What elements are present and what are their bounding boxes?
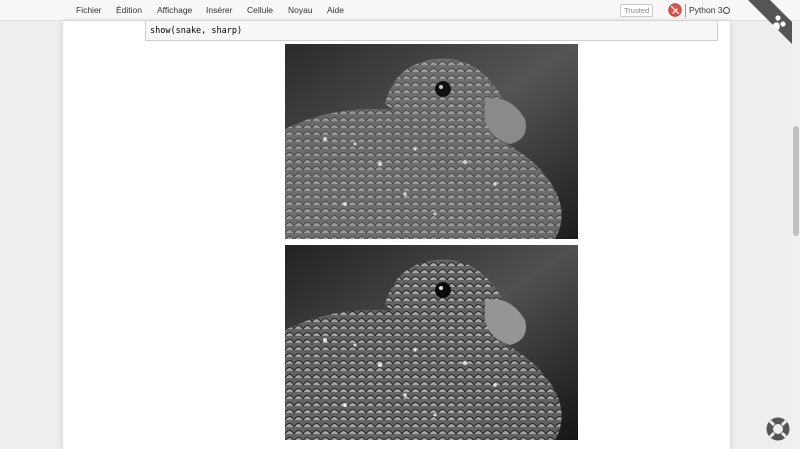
output-image-original — [285, 44, 578, 239]
menu-view[interactable]: Affichage — [157, 5, 192, 15]
menu-cell[interactable]: Cellule — [247, 5, 273, 15]
notebook-container: show(snake, sharp) — [63, 21, 730, 449]
menu-kernel[interactable]: Noyau — [288, 5, 313, 15]
menu-insert[interactable]: Insérer — [206, 5, 232, 15]
menu-bar: Fichier Édition Affichage Insérer Cellul… — [0, 0, 800, 21]
trusted-indicator[interactable]: Trusted — [620, 4, 654, 17]
kernel-separator — [685, 4, 686, 17]
menu-file[interactable]: Fichier — [76, 5, 102, 15]
circle-icon — [723, 7, 730, 14]
lifebuoy-icon[interactable] — [765, 416, 791, 442]
vertical-scrollbar[interactable] — [792, 21, 800, 449]
corner-ribbon[interactable] — [740, 0, 800, 60]
scrollbar-thumb[interactable] — [793, 126, 799, 236]
menu-edit[interactable]: Édition — [116, 5, 142, 15]
kernel-name[interactable]: Python 3 — [689, 5, 723, 15]
no-edit-icon[interactable] — [668, 3, 682, 17]
menu-help[interactable]: Aide — [327, 5, 344, 15]
output-image-sharpened — [285, 245, 578, 440]
code-cell-input[interactable]: show(snake, sharp) — [145, 21, 718, 41]
code-text: show(snake, sharp) — [150, 26, 243, 36]
